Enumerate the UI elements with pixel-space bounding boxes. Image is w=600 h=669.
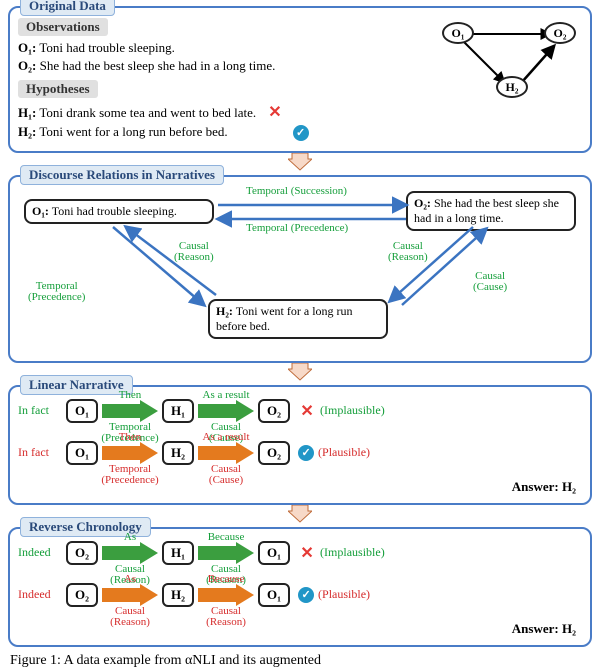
arrow-bot-temporal-precedence: Temporal (Precedence) [101, 464, 158, 486]
rel-label-right-dn: Causal (Cause) [473, 271, 507, 294]
arrow-top-because: Because [208, 573, 245, 585]
arrow-orange-1: Then Temporal (Precedence) [102, 442, 158, 464]
observation-o2: O₂: She had the best sleep she had in a … [18, 58, 424, 74]
o2-tag: O₂: [18, 58, 36, 73]
h1-text: Toni drank some tea and went to bed late… [36, 105, 256, 120]
arrow-orange-4: Because Causal (Reason) [198, 584, 254, 606]
chip-o1: O₁ [66, 399, 98, 423]
arrow-green-3: As Causal (Reason) [102, 542, 158, 564]
linear-lead-1: In fact [18, 403, 62, 418]
result-implausible: ✕ (Implausible) [298, 543, 385, 563]
linear-row-2: In fact O₁ Then Temporal (Precedence) H₂… [18, 441, 582, 465]
plausible-label: (Plausible) [318, 445, 370, 460]
cross-icon: ✕ [298, 543, 316, 563]
cross-icon: ✕ [298, 401, 316, 421]
arrow-top-then: Then [119, 431, 142, 443]
panel-linear-narrative: Linear Narrative In fact O₁ Then Tempora… [8, 385, 592, 505]
arrow-top-as-a-result: As a result [203, 389, 250, 401]
panel-discourse: Discourse Relations in Narratives O₁: To… [8, 175, 592, 363]
observation-o1: O₁: Toni had trouble sleeping. [18, 40, 424, 56]
reverse-answer: Answer: H₂ [18, 621, 582, 637]
check-icon: ✓ [293, 125, 309, 141]
section-title-original: Original Data [20, 0, 115, 16]
chip-h1: H₁ [162, 541, 194, 565]
arrow-bot-causal-reason: Causal (Reason) [206, 606, 246, 628]
chip-o2: O₂ [66, 541, 98, 565]
arrow-top-as: As [124, 531, 136, 543]
chip-o1: O₁ [258, 541, 290, 565]
implausible-label: (Implausible) [320, 545, 385, 560]
o2-text: She had the best sleep she had in a long… [36, 58, 275, 73]
arrow-green-2: As a result Causal (Cause) [198, 400, 254, 422]
figure-caption: Figure 1: A data example from αNLI and i… [10, 653, 590, 669]
check-icon: ✓ [298, 587, 314, 603]
reverse-row-2: Indeed O₂ As Causal (Reason) H₂ Because … [18, 583, 582, 607]
section-title-linear: Linear Narrative [20, 375, 133, 395]
chip-o2: O₂ [66, 583, 98, 607]
rel-label-left-dn: Causal (Reason) [174, 241, 214, 264]
chip-h2: H₂ [162, 441, 194, 465]
plausible-label: (Plausible) [318, 587, 370, 602]
chip-o2: O₂ [258, 399, 290, 423]
panel-original-data: Original Data Observations O₁: Toni had … [8, 6, 592, 153]
graph-node-o1: O₁ [442, 22, 474, 44]
reverse-lead-2: Indeed [18, 587, 62, 602]
arrow-green-1: Then Temporal (Precedence) [102, 400, 158, 422]
original-text-block: Observations O₁: Toni had trouble sleepi… [18, 14, 424, 143]
causal-graph: O₁ O₂ H₂ [432, 14, 582, 124]
rel-label-temporal-precedence-top: Temporal (Precedence) [246, 223, 348, 235]
arrow-bot-causal-reason: Causal (Reason) [110, 606, 150, 628]
arrow-orange-3: As Causal (Reason) [102, 584, 158, 606]
graph-node-o2: O₂ [544, 22, 576, 44]
hypothesis-h2: H₂: Toni went for a long run before bed.… [18, 124, 424, 141]
hypothesis-h1: H₁: Toni drank some tea and went to bed … [18, 102, 424, 122]
linear-lead-2: In fact [18, 445, 62, 460]
reverse-row-1: Indeed O₂ As Causal (Reason) H₁ Because … [18, 541, 582, 565]
chip-o2: O₂ [258, 441, 290, 465]
h1-tag: H₁: [18, 105, 36, 120]
observations-heading: Observations [18, 18, 108, 36]
cross-icon: ✕ [266, 102, 284, 122]
rel-label-temporal-succession: Temporal (Succession) [246, 186, 347, 198]
linear-row-1: In fact O₁ Then Temporal (Precedence) H₁… [18, 399, 582, 423]
h2-text: Toni went for a long run before bed. [36, 124, 227, 139]
arrow-top-as-a-result: As a result [203, 431, 250, 443]
arrow-top-as: As [124, 573, 136, 585]
o1-text: Toni had trouble sleeping. [36, 40, 175, 55]
panel-reverse-chronology: Reverse Chronology Indeed O₂ As Causal (… [8, 527, 592, 647]
result-plausible: ✓ (Plausible) [298, 445, 370, 461]
chip-h1: H₁ [162, 399, 194, 423]
reverse-lead-1: Indeed [18, 545, 62, 560]
arrow-top-because: Because [208, 531, 245, 543]
hypotheses-heading: Hypotheses [18, 80, 98, 98]
result-implausible: ✕ (Implausible) [298, 401, 385, 421]
rel-label-right-up: Causal (Reason) [388, 241, 428, 264]
h2-tag: H₂: [18, 124, 36, 139]
chip-o1: O₁ [66, 441, 98, 465]
arrow-bot-causal-cause: Causal (Cause) [209, 464, 243, 486]
rel-label-left-up: Temporal (Precedence) [28, 281, 85, 304]
check-icon: ✓ [298, 445, 314, 461]
arrow-green-4: Because Causal (Reason) [198, 542, 254, 564]
section-title-discourse: Discourse Relations in Narratives [20, 165, 224, 185]
implausible-label: (Implausible) [320, 403, 385, 418]
arrow-orange-2: As a result Causal (Cause) [198, 442, 254, 464]
arrow-top-then: Then [119, 389, 142, 401]
o1-tag: O₁: [18, 40, 36, 55]
chip-o1: O₁ [258, 583, 290, 607]
graph-node-h2: H₂ [496, 76, 528, 98]
result-plausible: ✓ (Plausible) [298, 587, 370, 603]
chip-h2: H₂ [162, 583, 194, 607]
